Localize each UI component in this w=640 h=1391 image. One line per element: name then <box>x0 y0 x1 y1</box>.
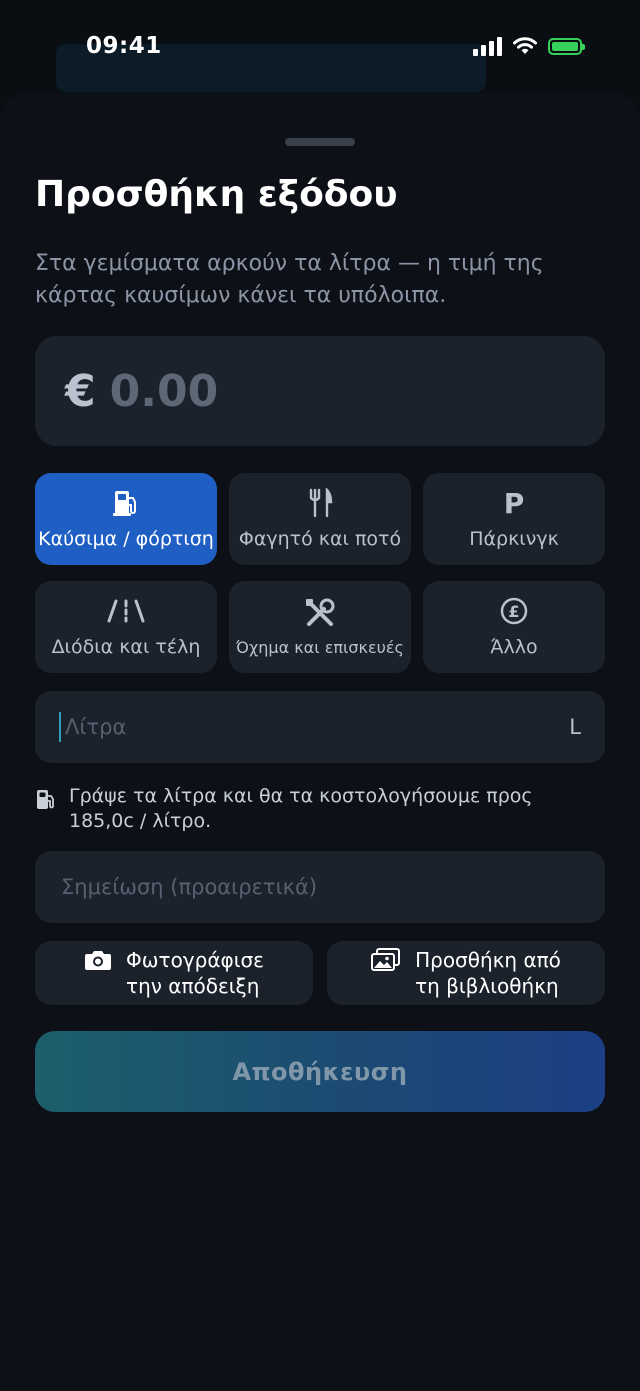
wifi-icon <box>513 37 537 54</box>
tools-icon <box>304 598 336 628</box>
category-label: Διόδια και τέλη <box>51 636 201 658</box>
photo-library-icon <box>371 948 401 976</box>
category-label: Άλλο <box>490 636 538 658</box>
fuel-pump-icon <box>35 788 57 816</box>
category-vehicle[interactable]: Όχημα και επισκευές <box>229 581 411 673</box>
take-photo-label-line1: Φωτογράφισε <box>126 948 264 972</box>
svg-text:£: £ <box>508 602 519 621</box>
category-tolls[interactable]: Διόδια και τέλη <box>35 581 217 673</box>
helper-text: Γράψε τα λίτρα και θα τα κοστολογήσουμε … <box>69 785 533 832</box>
note-field[interactable] <box>35 851 605 923</box>
liters-unit: L <box>569 715 581 739</box>
amount-placeholder: 0.00 <box>109 365 219 417</box>
category-food[interactable]: Φαγητό και ποτό <box>229 473 411 565</box>
take-photo-button[interactable]: Φωτογράφισε την απόδειξη <box>35 941 313 1005</box>
liters-input[interactable] <box>63 714 570 740</box>
pound-coin-icon: £ <box>499 596 529 626</box>
status-time: 09:41 <box>86 33 162 59</box>
parking-icon: P <box>503 486 525 520</box>
camera-icon <box>84 949 112 975</box>
add-expense-sheet: Προσθήκη εξόδου Στα γεμίσματα αρκούν τα … <box>0 92 640 1391</box>
add-from-library-label-line2: τη βιβλιοθήκη <box>415 974 559 998</box>
category-other[interactable]: £ Άλλο <box>423 581 605 673</box>
battery-charging-icon <box>548 37 585 55</box>
category-label: Πάρκινγκ <box>469 528 559 550</box>
fuel-price-hint: Γράψε τα λίτρα και θα τα κοστολογήσουμε … <box>35 784 595 834</box>
status-bar: 09:41 <box>0 0 640 92</box>
amount-field[interactable]: € 0.00 <box>35 336 605 446</box>
category-parking[interactable]: P Πάρκινγκ <box>423 473 605 565</box>
road-icon <box>106 596 146 626</box>
add-from-library-label-line1: Προσθήκη από <box>415 948 561 972</box>
sheet-subtitle: Στα γεμίσματα αρκούν τα λίτρα — η τιμή τ… <box>35 251 544 308</box>
add-from-library-button[interactable]: Προσθήκη από τη βιβλιοθήκη <box>327 941 605 1005</box>
status-icons <box>473 36 585 56</box>
category-label: Όχημα και επισκευές <box>236 637 404 657</box>
text-caret <box>59 712 61 742</box>
fuel-pump-icon <box>111 488 141 518</box>
note-input[interactable] <box>59 874 581 900</box>
category-label: Φαγητό και ποτό <box>238 528 402 550</box>
category-fuel[interactable]: Καύσιμα / φόρτιση <box>35 473 217 565</box>
category-label: Καύσιμα / φόρτιση <box>38 528 214 550</box>
liters-field[interactable]: L <box>35 691 605 763</box>
cellular-signal-icon <box>473 36 502 56</box>
save-button[interactable]: Αποθήκευση <box>35 1031 605 1112</box>
fork-knife-icon <box>307 488 333 518</box>
take-photo-label-line2: την απόδειξη <box>126 974 260 998</box>
currency-symbol: € <box>65 365 96 417</box>
sheet-grabber[interactable] <box>285 138 355 146</box>
save-button-label: Αποθήκευση <box>232 1057 408 1086</box>
sheet-title: Προσθήκη εξόδου <box>35 174 398 215</box>
